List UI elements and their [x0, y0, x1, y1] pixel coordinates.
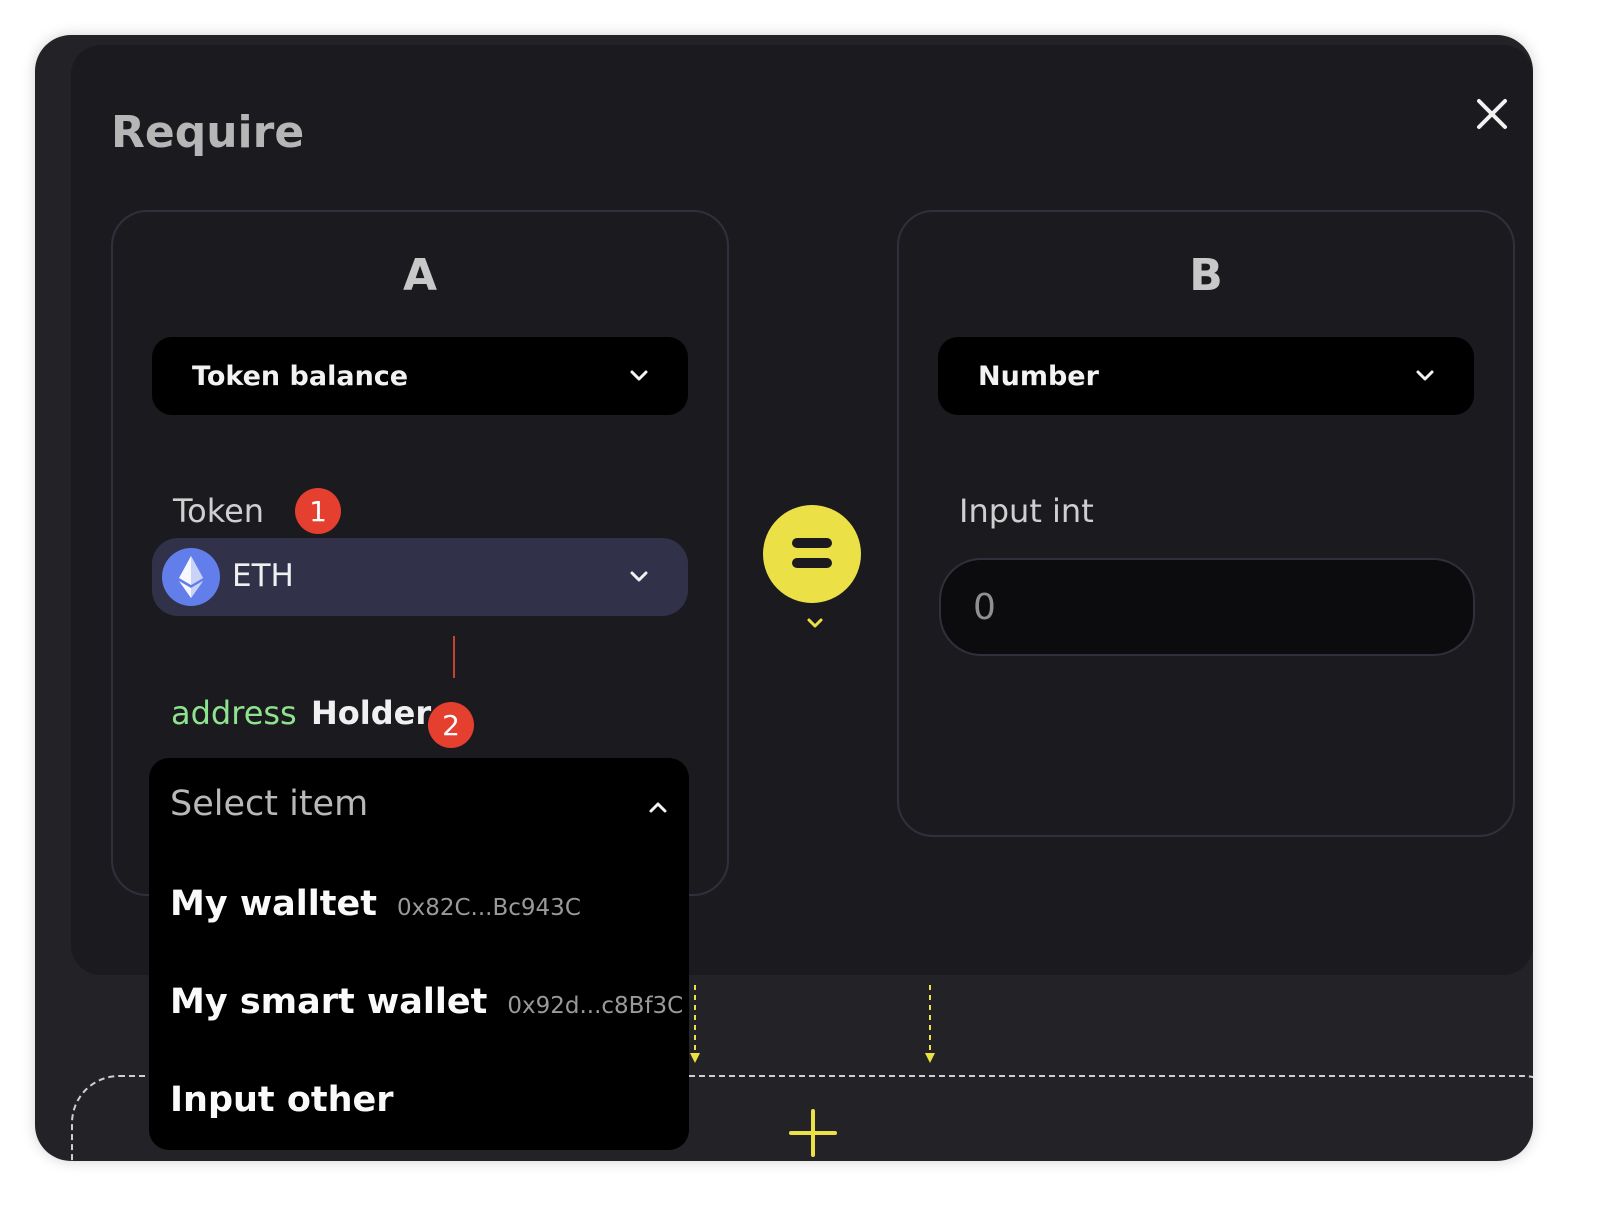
chevron-down-icon[interactable] — [805, 615, 825, 633]
chevron-down-icon — [630, 370, 648, 381]
dropdown-item-input-other[interactable]: Input other — [170, 1080, 394, 1120]
add-step-icon[interactable] — [787, 1107, 839, 1159]
operand-b-letter: B — [1189, 250, 1223, 301]
chevron-down-icon — [630, 571, 648, 582]
int-input-field[interactable] — [939, 558, 1475, 656]
list-item-address: 0x92d...c8Bf3C — [507, 993, 684, 1019]
modal-title: Require — [111, 107, 305, 158]
close-icon[interactable] — [1475, 97, 1509, 131]
text-cursor-indicator — [453, 636, 455, 678]
dropdown-item-smart-wallet[interactable]: My smart wallet 0x92d...c8Bf3C — [170, 982, 683, 1022]
chevron-down-icon — [1416, 370, 1434, 381]
list-item-label: My smart wallet — [170, 982, 488, 1022]
list-item-label: Input other — [170, 1080, 394, 1120]
connector-arrow-left — [690, 985, 700, 1063]
app-frame: Require A Token balance Token 1 ETH addr… — [35, 35, 1533, 1161]
token-label: Token — [173, 492, 265, 530]
holder-type-label: address — [171, 694, 297, 732]
token-select[interactable]: ETH — [152, 538, 688, 616]
holder-dropdown: Select item My walltet 0x82C...Bc943C My… — [149, 758, 689, 1150]
list-item-label: My walltet — [170, 884, 377, 924]
chevron-up-icon[interactable] — [647, 796, 669, 818]
operand-b-type-value: Number — [978, 360, 1099, 392]
operand-b-type-select[interactable]: Number — [938, 337, 1474, 415]
equals-icon — [792, 538, 832, 548]
operand-a-type-value: Token balance — [192, 360, 409, 392]
operand-a-letter: A — [402, 250, 438, 301]
operand-a-type-select[interactable]: Token balance — [152, 337, 688, 415]
equals-icon-bar — [792, 558, 832, 568]
ethereum-icon — [162, 548, 220, 606]
operator-button[interactable] — [763, 505, 861, 603]
step-badge-1: 1 — [295, 488, 341, 534]
connector-arrow-right — [925, 985, 935, 1063]
step-badge-2: 2 — [428, 702, 474, 748]
token-value: ETH — [232, 558, 294, 594]
input-int-label: Input int — [959, 492, 1094, 530]
list-item-address: 0x82C...Bc943C — [396, 895, 581, 921]
dropdown-item-my-wallet[interactable]: My walltet 0x82C...Bc943C — [170, 884, 581, 924]
holder-label: Holder — [311, 694, 432, 732]
operand-b-panel: B Number Input int — [897, 210, 1515, 837]
dropdown-placeholder[interactable]: Select item — [170, 784, 368, 824]
